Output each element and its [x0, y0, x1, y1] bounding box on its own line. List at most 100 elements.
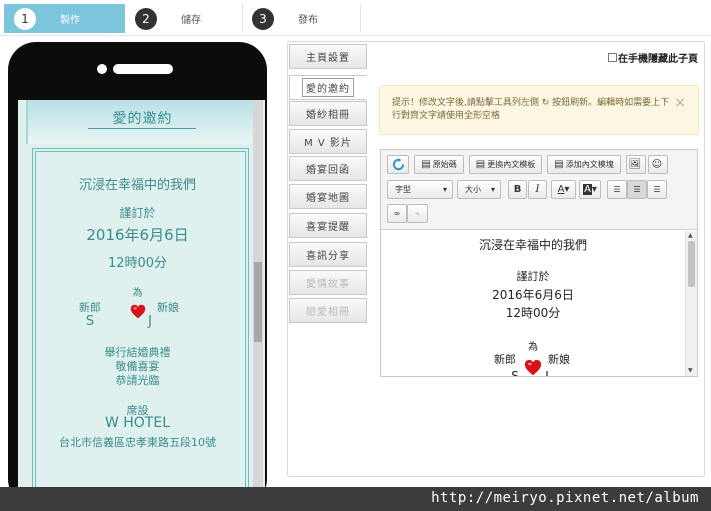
align-center-icon: ☰	[633, 185, 641, 194]
step-bar: 1 製作 2 儲存 3 發布	[0, 0, 711, 36]
title-underline	[88, 128, 196, 129]
size-select-label: 大小	[465, 185, 481, 194]
tab-label: 喜訊分享	[306, 251, 350, 262]
tab-share[interactable]: 喜訊分享	[289, 242, 367, 267]
notice-text: 提示！修改文字後,請點擊工具列左側 ↻ 按鈕刷新。編輯時如需要上下行對齊文字請使…	[392, 98, 670, 121]
chevron-down-icon: ▾	[442, 185, 447, 194]
preview-scrollbar[interactable]	[253, 100, 263, 498]
editor-scrollbar[interactable]: ▲ ▼	[685, 231, 697, 376]
preview-date: 2016年6月6日	[86, 226, 189, 244]
content-date: 2016年6月6日	[492, 288, 574, 302]
image-button[interactable]: 🖼	[626, 155, 646, 174]
heart-icon	[524, 359, 542, 376]
source-button[interactable]: ▤ 原始碼	[414, 155, 464, 174]
scroll-down-icon[interactable]: ▼	[688, 367, 693, 374]
tab-label: 愛情故事	[306, 279, 350, 290]
content-engaged-on: 謹訂於	[516, 270, 550, 283]
close-icon[interactable]: ×	[674, 96, 686, 110]
tab-label: 主頁設置	[306, 53, 350, 64]
change-template-label: 更換內文模板	[487, 160, 536, 169]
tip-notice: 提示！修改文字後,請點擊工具列左側 ↻ 按鈕刷新。編輯時如需要上下行對齊文字請使…	[379, 85, 699, 135]
preview-venue: W HOTEL	[104, 415, 171, 431]
size-select[interactable]: 大小 ▾	[457, 180, 501, 199]
phone-camera	[97, 64, 107, 74]
preview-scroll-thumb[interactable]	[254, 262, 262, 342]
tab-label: 婚宴回函	[306, 165, 350, 176]
step-number: 3	[252, 7, 274, 30]
unlink-icon: ⌁	[415, 209, 420, 218]
preview-engaged-on: 謹訂於	[119, 206, 156, 220]
tab-love-story[interactable]: 愛情故事	[289, 270, 367, 295]
tab-wedding-album[interactable]: 婚紗相冊	[289, 101, 367, 126]
align-right-button[interactable]: ☰	[647, 180, 667, 199]
align-center-button[interactable]: ☰	[627, 180, 647, 199]
add-template-button[interactable]: ▤ 添加內文模塊	[547, 155, 621, 174]
font-select-label: 字型	[395, 185, 411, 194]
tab-mv-video[interactable]: M V 影片	[289, 129, 367, 154]
phone-speaker	[113, 64, 173, 74]
scroll-up-icon[interactable]: ▲	[688, 232, 693, 239]
heart-icon	[130, 304, 146, 319]
editor-toolbar: ▤ 原始碼 ▤ 更換內文模板 ▤ 添加內文模塊 🖼 ☺ 字型 ▾ 大小 ▾ B I A ▾ …	[381, 150, 697, 230]
preview-time: 12時00分	[107, 256, 168, 271]
chevron-down-icon: ▾	[564, 184, 570, 195]
tab-label: 愛的邀約	[302, 78, 354, 97]
step-number: 2	[135, 7, 157, 30]
unlink-button[interactable]: ⌁	[407, 204, 428, 223]
tab-dating-album[interactable]: 戀愛相冊	[289, 298, 367, 323]
tab-rsvp[interactable]: 婚宴回函	[289, 156, 367, 181]
preview-invite: 恭請光臨	[115, 374, 160, 387]
step-label: 儲存	[181, 15, 201, 26]
editor-content[interactable]: 沉浸在幸福中的我們 謹訂於 2016年6月6日 12時00分 為 新郎 新娘 S…	[381, 231, 685, 376]
change-template-button[interactable]: ▤ 更換內文模板	[469, 155, 542, 174]
checkbox-label: 在手機隱藏此子頁	[618, 54, 698, 65]
checkbox-box[interactable]	[608, 53, 617, 62]
font-color-button[interactable]: A ▾	[551, 180, 576, 199]
preview-title: 愛的邀約	[112, 111, 173, 127]
preview-bride-label: 新娘	[157, 301, 179, 314]
italic-button[interactable]: I	[528, 180, 547, 199]
bold-icon: B	[513, 184, 522, 195]
font-select[interactable]: 字型 ▾	[387, 180, 453, 199]
preview-bride-initial: J	[148, 314, 152, 329]
source-icon: ▤	[421, 159, 431, 170]
tab-label: 戀愛相冊	[306, 307, 350, 318]
tab-label: 婚宴地圖	[306, 193, 350, 204]
tab-label: M V 影片	[304, 138, 352, 149]
rich-text-editor: ▤ 原始碼 ▤ 更換內文模板 ▤ 添加內文模塊 🖼 ☺ 字型 ▾ 大小 ▾ B I A ▾ …	[380, 149, 698, 377]
step-label: 製作	[60, 15, 80, 26]
refresh-icon	[392, 158, 404, 171]
image-icon: 🖼	[628, 159, 642, 170]
template-icon: ▤	[475, 159, 486, 170]
hide-on-phone-checkbox[interactable]: 在手機隱藏此子頁	[608, 50, 698, 65]
refresh-button[interactable]	[387, 155, 409, 174]
phone-screen[interactable]: 愛的邀約 沉浸在幸福中的我們 謹訂於 2016年6月6日 12時00分 為 新郎…	[18, 100, 265, 498]
tab-map[interactable]: 婚宴地圖	[289, 184, 367, 209]
italic-icon: I	[535, 184, 540, 195]
step-publish[interactable]: 3 發布	[243, 4, 361, 33]
content-bride-label: 新娘	[548, 353, 570, 366]
font-color-icon: A	[557, 184, 565, 195]
step-label: 發布	[298, 15, 318, 26]
bg-color-button[interactable]: A ▾	[579, 180, 601, 199]
link-button[interactable]: ∞	[387, 204, 407, 223]
bold-button[interactable]: B	[508, 180, 527, 199]
step-make[interactable]: 1 製作	[4, 4, 125, 33]
source-label: 原始碼	[432, 160, 457, 169]
tab-love-invitation[interactable]: 愛的邀約	[289, 75, 367, 100]
chevron-down-icon: ▾	[490, 185, 495, 194]
align-right-icon: ☰	[653, 185, 661, 194]
tab-home-settings[interactable]: 主頁設置	[289, 44, 367, 69]
watermark: http://meiryo.pixnet.net/album	[431, 490, 699, 506]
smiley-icon: ☺	[651, 159, 663, 170]
chevron-down-icon: ▾	[591, 184, 597, 195]
preview-for: 為	[132, 288, 143, 299]
emoji-button[interactable]: ☺	[648, 155, 668, 174]
content-time: 12時00分	[505, 306, 561, 320]
step-save[interactable]: 2 儲存	[125, 4, 243, 33]
align-left-button[interactable]: ☰	[607, 180, 627, 199]
link-icon: ∞	[393, 209, 401, 218]
content-headline: 沉浸在幸福中的我們	[478, 238, 587, 252]
editor-scroll-thumb[interactable]	[688, 241, 695, 287]
tab-reminder[interactable]: 喜宴提醒	[289, 213, 367, 238]
